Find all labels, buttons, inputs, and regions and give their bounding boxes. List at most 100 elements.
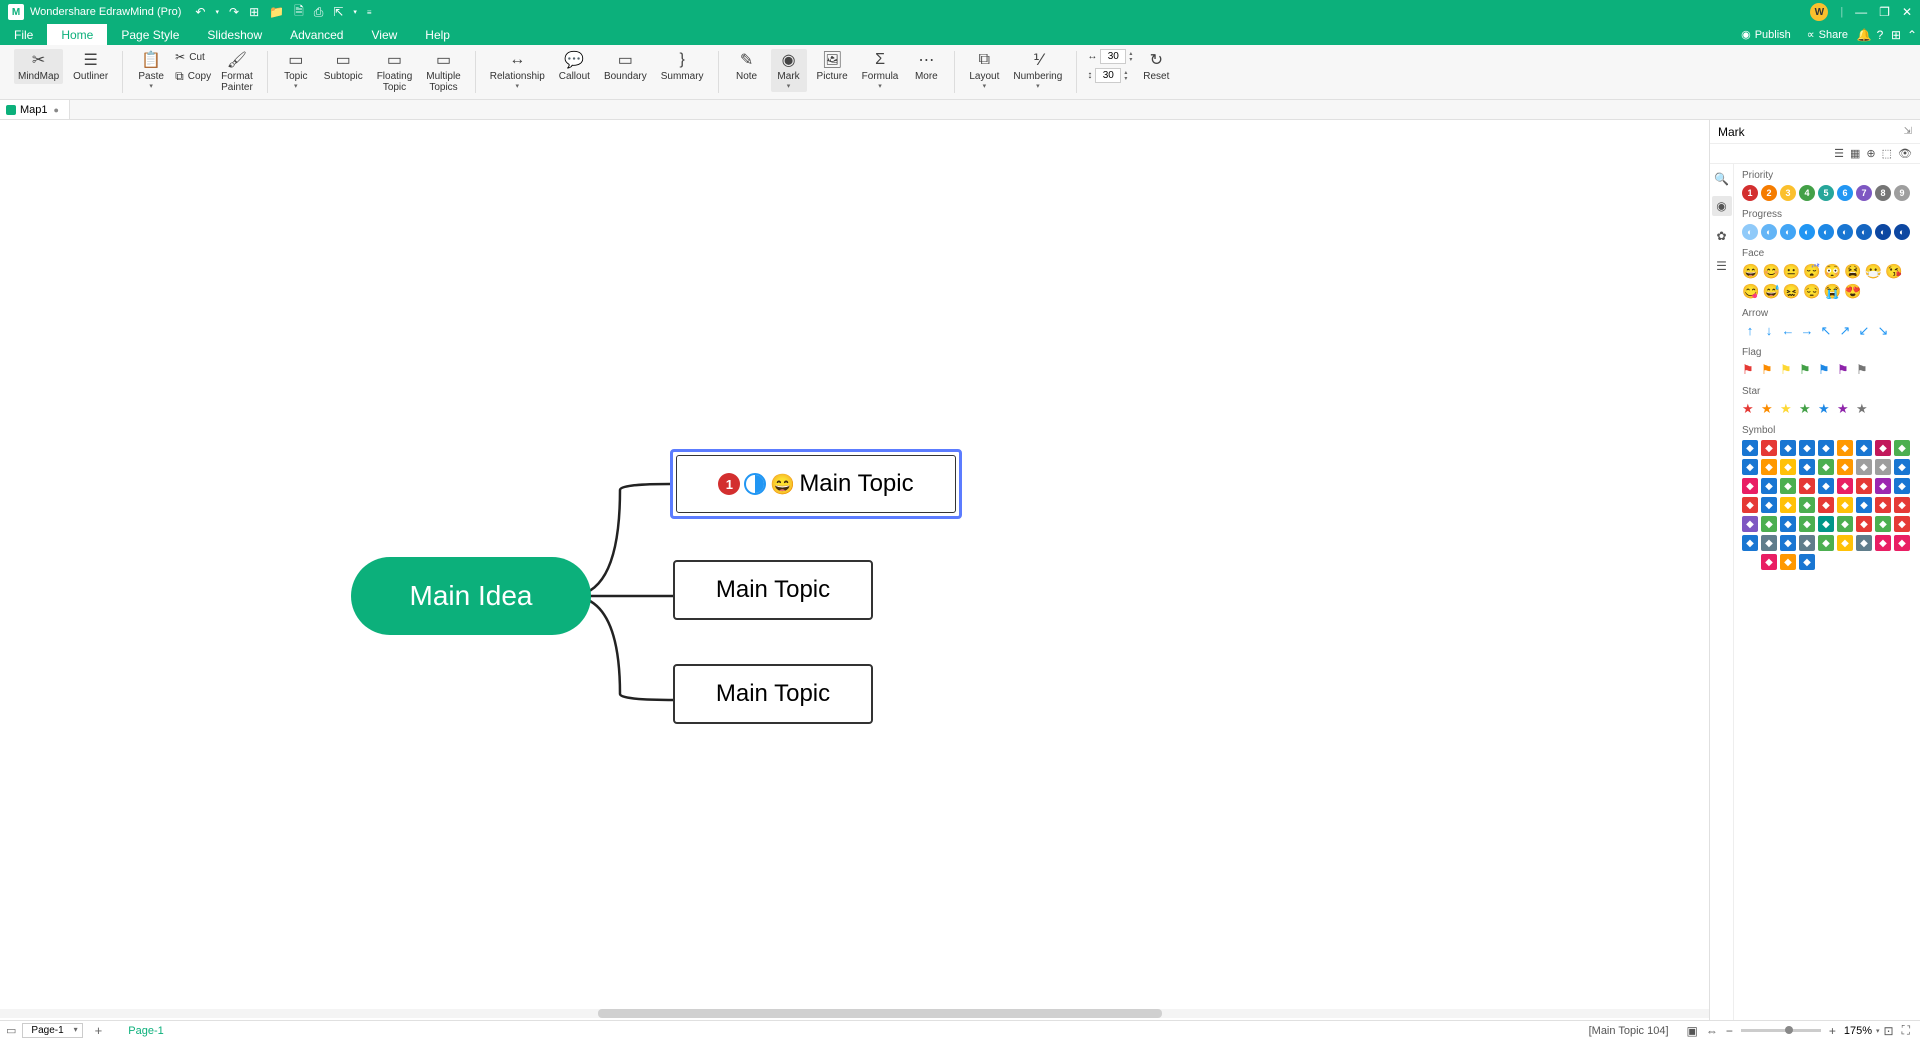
arrow-4[interactable]: ↖ — [1818, 323, 1834, 339]
face-9[interactable]: 😅 — [1762, 283, 1779, 300]
undo-dropdown-icon[interactable]: ▾ — [215, 8, 219, 16]
priority-6[interactable]: 6 — [1837, 185, 1853, 201]
face-3[interactable]: 😴 — [1803, 263, 1820, 280]
face-11[interactable]: 😔 — [1803, 283, 1820, 300]
symbol-57[interactable]: ◆ — [1799, 554, 1815, 570]
page-tab[interactable]: Page-1 — [128, 1025, 163, 1037]
tab-mark[interactable]: ◉ — [1712, 196, 1732, 216]
priority-9[interactable]: 9 — [1894, 185, 1910, 201]
focus-icon[interactable]: ⊡ — [1884, 1024, 1894, 1038]
collapse-ribbon-icon[interactable]: ⌃ — [1904, 24, 1920, 45]
priority-3[interactable]: 3 — [1780, 185, 1796, 201]
progress-3[interactable]: ◐ — [1799, 224, 1815, 240]
chevron-down-icon[interactable]: ▾ — [878, 82, 882, 90]
topic-node-2[interactable]: Main Topic — [673, 560, 873, 620]
arrow-2[interactable]: ← — [1780, 323, 1796, 339]
symbol-42[interactable]: ◆ — [1856, 516, 1872, 532]
menu-advanced[interactable]: Advanced — [276, 24, 357, 45]
symbol-54[interactable]: ◆ — [1742, 554, 1758, 570]
symbol-14[interactable]: ◆ — [1837, 459, 1853, 475]
formatpainter-button[interactable]: 🖌Format Painter — [217, 49, 257, 95]
face-12[interactable]: 😭 — [1824, 283, 1841, 300]
minimize-icon[interactable]: — — [1855, 5, 1867, 19]
symbol-24[interactable]: ◆ — [1856, 478, 1872, 494]
progress-1[interactable]: ◐ — [1761, 224, 1777, 240]
priority-1[interactable]: 1 — [1742, 185, 1758, 201]
flag-1[interactable]: ⚑ — [1761, 362, 1777, 378]
fit-width-icon[interactable]: ⇔ — [1706, 1024, 1718, 1038]
mindmap-button[interactable]: ✂MindMap — [14, 49, 63, 84]
menu-home[interactable]: Home — [47, 24, 107, 45]
symbol-11[interactable]: ◆ — [1780, 459, 1796, 475]
symbol-34[interactable]: ◆ — [1875, 497, 1891, 513]
symbol-38[interactable]: ◆ — [1780, 516, 1796, 532]
tab-clipart[interactable]: ✿ — [1712, 226, 1732, 246]
symbol-28[interactable]: ◆ — [1761, 497, 1777, 513]
width-spinner[interactable]: ↔▴▾ — [1087, 49, 1132, 64]
symbol-50[interactable]: ◆ — [1837, 535, 1853, 551]
view-eye-icon[interactable]: 👁 — [1898, 147, 1912, 160]
arrow-5[interactable]: ↗ — [1837, 323, 1853, 339]
face-7[interactable]: 😘 — [1885, 263, 1902, 280]
symbol-45[interactable]: ◆ — [1742, 535, 1758, 551]
zoom-in-icon[interactable]: + — [1829, 1024, 1836, 1038]
summary-button[interactable]: }Summary — [657, 49, 708, 84]
undo-icon[interactable]: ↶ — [195, 5, 205, 19]
scrollbar-thumb[interactable] — [598, 1009, 1162, 1018]
progress-2[interactable]: ◐ — [1780, 224, 1796, 240]
chevron-down-icon[interactable]: ▾ — [1036, 82, 1040, 90]
symbol-21[interactable]: ◆ — [1799, 478, 1815, 494]
face-5[interactable]: 😫 — [1844, 263, 1861, 280]
menu-view[interactable]: View — [357, 24, 411, 45]
progress-0[interactable]: ◐ — [1742, 224, 1758, 240]
zoom-out-icon[interactable]: − — [1726, 1024, 1733, 1038]
progress-5[interactable]: ◐ — [1837, 224, 1853, 240]
priority-7[interactable]: 7 — [1856, 185, 1872, 201]
chevron-down-icon[interactable]: ▾ — [294, 82, 298, 90]
search-icon[interactable]: 🔍 — [1714, 172, 1729, 186]
flag-6[interactable]: ⚑ — [1856, 362, 1872, 378]
arrow-0[interactable]: ↑ — [1742, 323, 1758, 339]
symbol-31[interactable]: ◆ — [1818, 497, 1834, 513]
symbol-30[interactable]: ◆ — [1799, 497, 1815, 513]
symbol-53[interactable]: ◆ — [1894, 535, 1910, 551]
zoom-level[interactable]: 175% — [1844, 1025, 1872, 1037]
doc-tab[interactable]: Map1 ● — [0, 100, 70, 119]
pages-icon[interactable]: ▭ — [6, 1024, 16, 1037]
symbol-44[interactable]: ◆ — [1894, 516, 1910, 532]
symbol-40[interactable]: ◆ — [1818, 516, 1834, 532]
add-page-button[interactable]: + — [89, 1023, 109, 1038]
export-dropdown-icon[interactable]: ▾ — [353, 8, 357, 16]
close-icon[interactable]: ✕ — [1902, 5, 1912, 19]
face-2[interactable]: 😐 — [1783, 263, 1800, 280]
close-tab-icon[interactable]: ● — [54, 105, 59, 115]
star-3[interactable]: ★ — [1799, 401, 1815, 417]
symbol-9[interactable]: ◆ — [1742, 459, 1758, 475]
menu-pagestyle[interactable]: Page Style — [107, 24, 193, 45]
priority-2[interactable]: 2 — [1761, 185, 1777, 201]
view-list-icon[interactable]: ☰ — [1834, 147, 1844, 160]
symbol-26[interactable]: ◆ — [1894, 478, 1910, 494]
symbol-0[interactable]: ◆ — [1742, 440, 1758, 456]
redo-icon[interactable]: ↷ — [229, 5, 239, 19]
picture-button[interactable]: 🖼Picture — [813, 49, 852, 84]
topic-node-3[interactable]: Main Topic — [673, 664, 873, 724]
qat-more-icon[interactable]: ≡ — [367, 8, 372, 17]
topic-button[interactable]: ▭Topic▾ — [278, 49, 314, 92]
share-button[interactable]: ∝Share — [1799, 24, 1856, 45]
numbering-button[interactable]: ⅟Numbering▾ — [1009, 49, 1066, 92]
symbol-15[interactable]: ◆ — [1856, 459, 1872, 475]
export-icon[interactable]: ⇱ — [333, 5, 343, 19]
formula-button[interactable]: ΣFormula▾ — [858, 49, 903, 92]
symbol-16[interactable]: ◆ — [1875, 459, 1891, 475]
main-idea-node[interactable]: Main Idea — [351, 557, 591, 635]
face-6[interactable]: 😷 — [1865, 263, 1882, 280]
topic-node-1[interactable]: 1 😄 Main Topic — [670, 449, 962, 519]
note-button[interactable]: ✎Note — [729, 49, 765, 84]
symbol-20[interactable]: ◆ — [1780, 478, 1796, 494]
arrow-6[interactable]: ↙ — [1856, 323, 1872, 339]
face-1[interactable]: 😊 — [1762, 263, 1779, 280]
symbol-32[interactable]: ◆ — [1837, 497, 1853, 513]
symbol-52[interactable]: ◆ — [1875, 535, 1891, 551]
symbol-4[interactable]: ◆ — [1818, 440, 1834, 456]
